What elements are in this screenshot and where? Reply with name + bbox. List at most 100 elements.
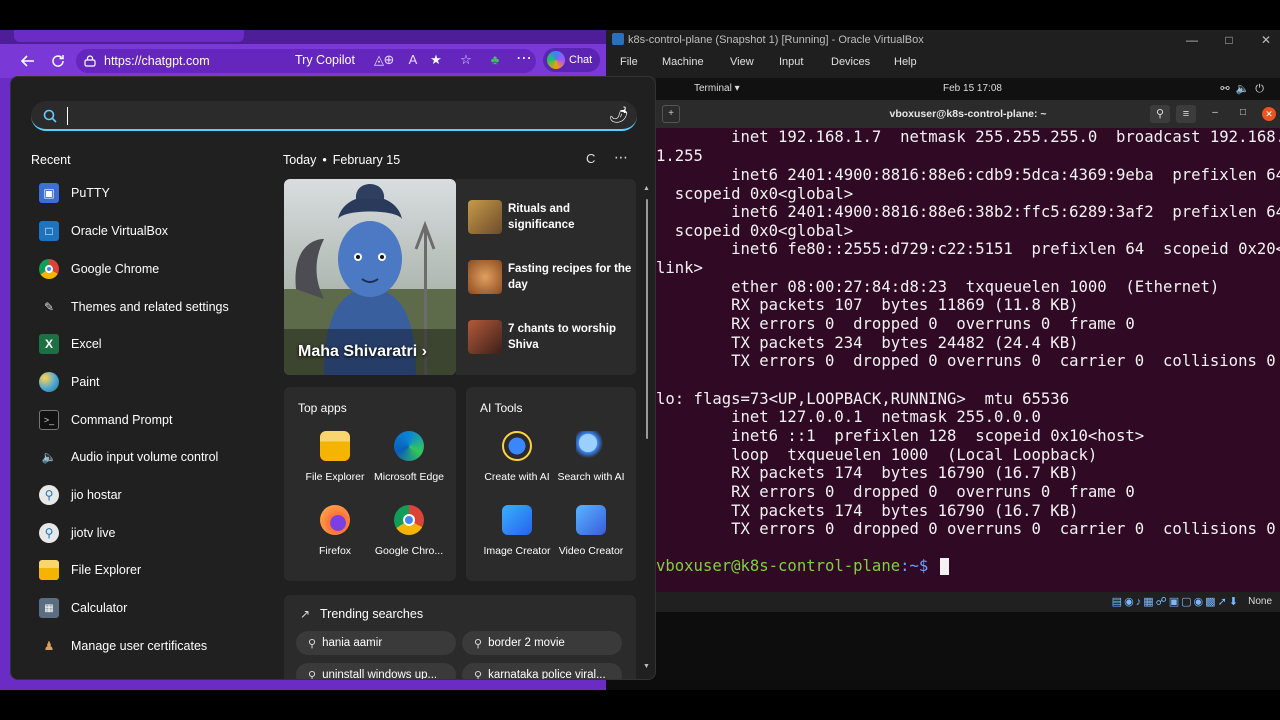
recent-item-audio-input[interactable]: 🔈 Audio input volume control	[31, 439, 271, 475]
activities-app-menu[interactable]: Terminal ▾	[694, 83, 740, 94]
calculator-icon: ▦	[39, 598, 59, 618]
try-copilot-button[interactable]: Try Copilot	[295, 53, 355, 67]
terminal-maximize-button[interactable]: □	[1236, 106, 1250, 120]
trending-pill[interactable]: ⚲ hania aamir	[296, 631, 456, 655]
recent-item-label: Audio input volume control	[71, 450, 219, 464]
recent-item-virtualbox[interactable]: □ Oracle VirtualBox	[31, 213, 271, 249]
recent-item-excel[interactable]: X Excel	[31, 326, 271, 362]
terminal-line: TX errors 0 dropped 0 overruns 0 carrier…	[656, 520, 1276, 538]
copilot-chat-button[interactable]: Chat	[543, 48, 601, 72]
read-aloud-icon[interactable]: A	[405, 52, 421, 68]
recent-item-putty[interactable]: ▣ PuTTY	[31, 175, 271, 211]
stories-list: Rituals and significance Fasting recipes…	[456, 179, 636, 375]
recent-item-jio-hostar[interactable]: ⚲ jio hostar	[31, 477, 271, 513]
recording-icon: ◉	[1193, 596, 1206, 608]
minimize-button[interactable]: —	[1182, 32, 1202, 48]
hero-card[interactable]: Maha Shivaratri ›	[284, 179, 456, 375]
terminal-close-button[interactable]: ✕	[1262, 107, 1276, 121]
copilot-logo-icon	[547, 51, 565, 69]
back-button[interactable]	[14, 47, 42, 75]
story-item[interactable]: Fasting recipes for the day	[468, 257, 632, 297]
recent-item-calculator[interactable]: ▦ Calculator	[31, 590, 271, 626]
trending-pill[interactable]: ⚲ karnataka police viral...	[462, 663, 622, 680]
favorite-star-icon[interactable]: ★	[428, 52, 444, 68]
favorites-icon[interactable]: ☆	[458, 52, 474, 68]
terminal-line: inet6 2401:4900:8816:88e6:38b2:ffc5:6289…	[656, 203, 1280, 221]
search-icon: ⚲	[474, 669, 483, 680]
prompt-user: vboxuser@k8s-control-plane	[656, 557, 901, 575]
menu-view[interactable]: View	[730, 56, 754, 68]
site-info-icon[interactable]	[84, 55, 96, 67]
recent-item-themes[interactable]: ✎ Themes and related settings	[31, 289, 271, 325]
recent-item-file-explorer[interactable]: File Explorer	[31, 552, 271, 588]
story-title: Fasting recipes for the day	[508, 263, 632, 291]
ai-tile-create[interactable]: Create with AI	[480, 431, 554, 495]
firefox-icon	[320, 505, 350, 535]
menu-file[interactable]: File	[620, 56, 638, 68]
reload-button[interactable]	[44, 47, 72, 75]
terminal-search-button[interactable]: ⚲	[1150, 105, 1170, 123]
ai-tile-image-creator[interactable]: Image Creator	[480, 505, 554, 569]
terminal-line: TX packets 234 bytes 24482 (24.4 KB)	[656, 334, 1079, 352]
story-item[interactable]: 7 chants to worship Shiva	[468, 317, 632, 357]
menu-machine[interactable]: Machine	[662, 56, 704, 68]
prompt-path: :~$	[900, 557, 929, 575]
refresh-icon[interactable]: C	[586, 151, 595, 166]
trending-card: ↗ Trending searches ⚲ hania aamir ⚲ border…	[284, 595, 636, 680]
scroll-thumb[interactable]	[646, 199, 648, 439]
reload-icon	[52, 55, 64, 67]
trending-pill[interactable]: ⚲ border 2 movie	[462, 631, 622, 655]
today-date: February 15	[332, 153, 401, 167]
menu-help[interactable]: Help	[894, 56, 917, 68]
trending-text: karnataka police viral...	[488, 669, 606, 680]
terminal-minimize-button[interactable]: –	[1208, 106, 1222, 120]
app-tile-firefox[interactable]: Firefox	[298, 505, 372, 569]
top-apps-card: Top apps File Explorer Microsoft Edge Fi…	[284, 387, 456, 581]
shared-folder-icon: ▣	[1168, 596, 1182, 608]
extension-icon[interactable]: ♣	[487, 52, 503, 68]
story-thumbnail	[468, 200, 502, 234]
terminal-menu-button[interactable]: ≡	[1176, 105, 1196, 123]
menu-input[interactable]: Input	[779, 56, 803, 68]
trending-pill[interactable]: ⚲ uninstall windows up...	[296, 663, 456, 679]
cmd-icon: >_	[39, 410, 59, 430]
terminal-cursor	[939, 558, 949, 575]
system-tray[interactable]: ⚯🔈⏻	[1220, 82, 1270, 96]
zoom-icon[interactable]: ⊕	[381, 52, 397, 68]
app-tile-file-explorer[interactable]: File Explorer	[298, 431, 372, 495]
terminal-line: inet 192.168.1.7 netmask 255.255.255.0 b…	[656, 128, 1280, 146]
recent-item-paint[interactable]: Paint	[31, 364, 271, 400]
scroll-down-icon[interactable]: ▼	[643, 663, 650, 670]
close-button[interactable]: ✕	[1256, 32, 1276, 48]
terminal-prompt-line[interactable]: vboxuser@k8s-control-plane:~$	[656, 557, 949, 576]
app-tile-edge[interactable]: Microsoft Edge	[372, 431, 446, 495]
recent-item-chrome[interactable]: Google Chrome	[31, 251, 271, 287]
ai-tools-card: AI Tools Create with AI Search with AI I…	[466, 387, 636, 581]
terminal-output[interactable]: inet 192.168.1.7 netmask 255.255.255.0 b…	[656, 128, 1280, 596]
ai-tile-search[interactable]: Search with AI	[554, 431, 628, 495]
more-options-icon[interactable]: ⋯	[614, 149, 629, 166]
settings-more-button[interactable]: ⋯	[516, 48, 532, 68]
search-input[interactable]	[67, 107, 567, 125]
chrome-icon	[394, 505, 424, 535]
story-item[interactable]: Rituals and significance	[468, 197, 632, 237]
search-highlight-icon[interactable]: 🌶	[609, 105, 629, 125]
vm-status-icons[interactable]: ▤◉♪▦☍▣▢◉▩➚⬇	[1112, 595, 1240, 608]
recent-item-label: Manage user certificates	[71, 639, 208, 653]
gnome-clock[interactable]: Feb 15 17:08	[943, 83, 1002, 94]
search-box[interactable]: 🌶	[31, 101, 637, 131]
maximize-button[interactable]: □	[1219, 32, 1239, 48]
menu-devices[interactable]: Devices	[831, 56, 870, 68]
browser-tab-active[interactable]	[14, 30, 244, 42]
recent-item-command-prompt[interactable]: >_ Command Prompt	[31, 402, 271, 438]
scrollbar[interactable]: ▲ ▼	[643, 185, 650, 670]
guest-display[interactable]: Terminal ▾ Feb 15 17:08 ⚯🔈⏻ + vboxuser@k…	[656, 78, 1280, 596]
url-text[interactable]: https://chatgpt.com	[104, 54, 210, 68]
recent-item-certificates[interactable]: ♟ Manage user certificates	[31, 628, 271, 664]
terminal-line: 1.255	[656, 147, 703, 165]
app-tile-chrome[interactable]: Google Chro...	[372, 505, 446, 569]
arrow-left-icon	[21, 55, 34, 67]
ai-tile-video-creator[interactable]: Video Creator	[554, 505, 628, 569]
recent-item-jiotv-live[interactable]: ⚲ jiotv live	[31, 515, 271, 551]
scroll-up-icon[interactable]: ▲	[643, 185, 650, 192]
